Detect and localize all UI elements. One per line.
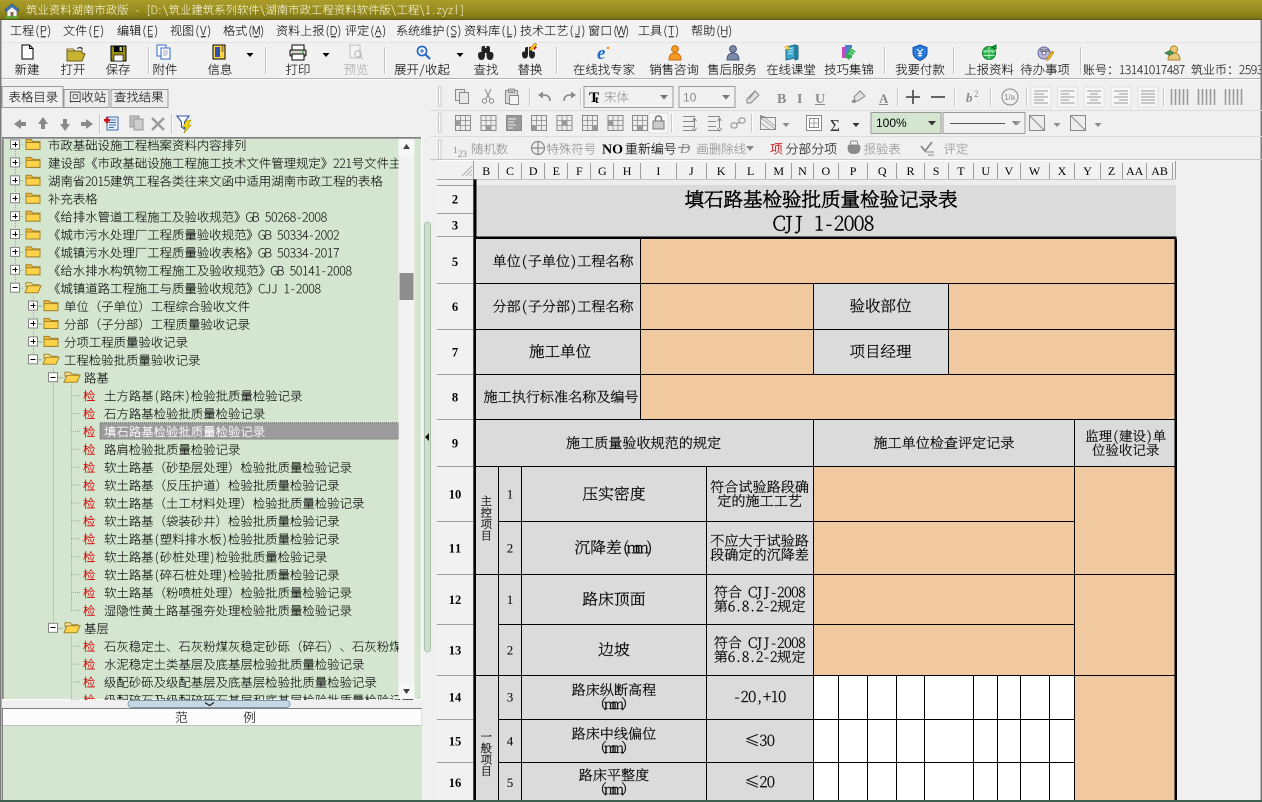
svg-text:V: V <box>1005 164 1014 178</box>
svg-text:J: J <box>689 164 694 178</box>
svg-text:E: E <box>553 164 560 178</box>
svg-text:R: R <box>906 164 914 178</box>
svg-text:Q: Q <box>878 164 887 178</box>
svg-text:H: H <box>623 164 632 178</box>
svg-text:DVD: DVD <box>1040 48 1050 53</box>
svg-text:1: 1 <box>507 592 514 607</box>
svg-text:S: S <box>933 164 940 178</box>
svg-text:Y: Y <box>1083 164 1092 178</box>
svg-text:3: 3 <box>452 218 458 232</box>
svg-text:t: t <box>595 94 599 106</box>
svg-text:9: 9 <box>452 437 458 451</box>
svg-text:W: W <box>1029 164 1041 178</box>
svg-text:16: 16 <box>449 776 462 790</box>
svg-text:O: O <box>821 164 830 178</box>
svg-text:K: K <box>717 164 726 178</box>
svg-text:L: L <box>747 164 754 178</box>
svg-text:G: G <box>598 164 607 178</box>
svg-text:1: 1 <box>453 145 458 155</box>
svg-text:12: 12 <box>449 593 462 607</box>
svg-text:C: C <box>506 164 514 178</box>
svg-text:23: 23 <box>458 149 468 159</box>
svg-text:13: 13 <box>449 643 462 657</box>
svg-text:7: 7 <box>452 346 458 360</box>
svg-text:T: T <box>957 164 965 178</box>
svg-text:e: e <box>597 43 606 64</box>
svg-text:B: B <box>482 164 490 178</box>
svg-text:2: 2 <box>507 642 514 657</box>
svg-text:1: 1 <box>507 487 514 502</box>
svg-text:P: P <box>850 164 857 178</box>
svg-text:100%: 100% <box>876 116 907 130</box>
svg-text:X: X <box>1058 164 1067 178</box>
svg-text:1/a: 1/a <box>1004 93 1016 102</box>
svg-text:b: b <box>966 90 973 105</box>
svg-text:4: 4 <box>507 733 514 748</box>
svg-text:2: 2 <box>507 540 514 555</box>
svg-text:D: D <box>529 164 538 178</box>
svg-text:A: A <box>879 91 889 106</box>
svg-text:5: 5 <box>452 255 458 269</box>
svg-text:3: 3 <box>507 690 514 705</box>
svg-text:5: 5 <box>507 775 514 790</box>
svg-text:8: 8 <box>452 391 458 405</box>
svg-text:B: B <box>777 92 786 107</box>
svg-text:2: 2 <box>452 193 458 207</box>
svg-text:15: 15 <box>449 734 462 748</box>
svg-text:N: N <box>798 164 807 178</box>
svg-text:10: 10 <box>683 91 697 105</box>
svg-text:10: 10 <box>449 488 462 502</box>
svg-text:2: 2 <box>974 89 979 99</box>
svg-text:AA: AA <box>1126 164 1144 178</box>
svg-text:D: D <box>679 142 690 157</box>
svg-text:U: U <box>981 164 990 178</box>
svg-text:11: 11 <box>449 541 462 555</box>
svg-text:NO: NO <box>602 143 623 158</box>
svg-text:Σ: Σ <box>830 116 840 135</box>
svg-text:M: M <box>773 164 784 178</box>
svg-text:14: 14 <box>449 691 462 705</box>
svg-text:I: I <box>656 164 660 178</box>
svg-text:AB: AB <box>1151 164 1168 178</box>
svg-text:F: F <box>576 164 583 178</box>
svg-text:Z: Z <box>1108 164 1115 178</box>
svg-text:6: 6 <box>452 300 458 314</box>
